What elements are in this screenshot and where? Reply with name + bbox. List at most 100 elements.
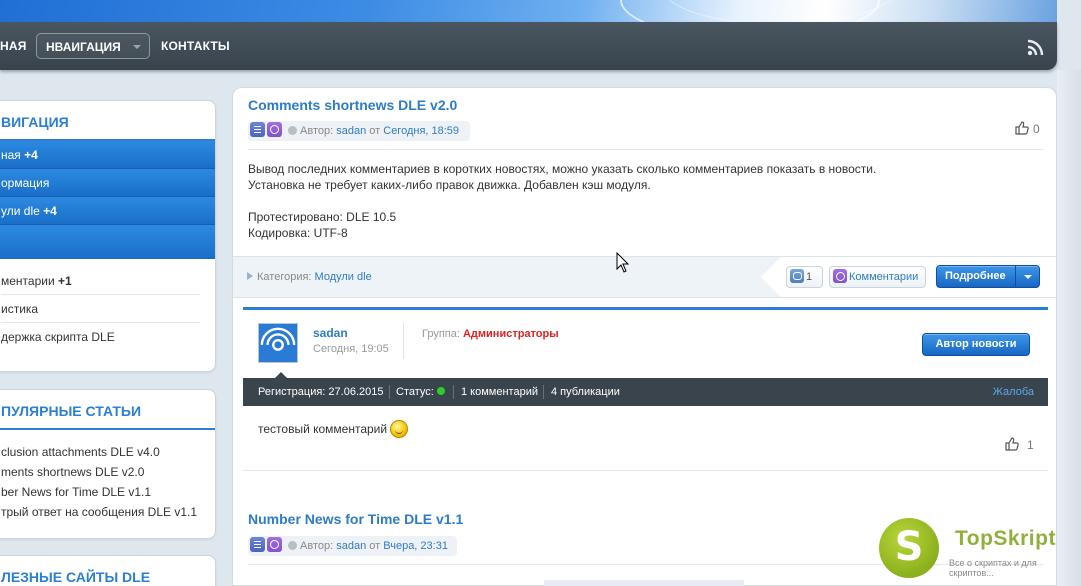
post-text-line: Установка не требует каких-либо правок д… — [248, 178, 651, 192]
user-comments-count[interactable]: 1 комментарий — [461, 378, 538, 406]
divider — [389, 385, 390, 399]
from-label: от — [369, 125, 381, 137]
more-button[interactable]: Подробнее — [936, 265, 1040, 288]
sidebar-item-modules[interactable]: ули dle +4 — [0, 197, 215, 225]
sidebar-item-support[interactable]: держка скрипта DLE — [1, 323, 200, 351]
triangle-right-icon — [247, 272, 253, 280]
sidebar-item-label: держка скрипта DLE — [1, 330, 115, 344]
divider — [403, 323, 404, 359]
sidebar-item-info[interactable]: ормация — [0, 169, 215, 197]
menu-icon[interactable] — [250, 122, 265, 137]
sidebar-item-badge: +4 — [24, 148, 38, 162]
comment-author[interactable]: sadan — [313, 326, 348, 340]
complaint-link[interactable]: Жалоба — [993, 378, 1034, 406]
category-label: Категория: — [257, 271, 312, 283]
rss-icon[interactable] — [1026, 37, 1046, 57]
post-date[interactable]: Вчера, 23:31 — [383, 540, 448, 552]
comment-text: тестовый комментарий — [258, 420, 409, 438]
group-label: Группа: — [422, 328, 460, 340]
sidebar-item-stats[interactable]: истика — [1, 295, 200, 323]
author-label: Автор: — [300, 540, 334, 552]
post-date[interactable]: Сегодня, 18:59 — [383, 125, 459, 137]
sidebar-useful-title: ЛЕЗНЫЕ САЙТЫ DLE — [1, 569, 151, 585]
user-publications-count[interactable]: 4 публикации — [551, 378, 620, 406]
status: Статус: — [396, 378, 445, 406]
nav-home[interactable]: НАЯ — [0, 39, 27, 53]
topskript-logo-icon: S — [879, 518, 939, 578]
post-meta: Автор: sadan от Вчера, 23:31 — [248, 536, 457, 556]
sidebar-item-label: ментарии — [1, 274, 55, 288]
category-link[interactable]: Модули dle — [315, 271, 372, 283]
menu-icon[interactable] — [250, 537, 265, 552]
thumbs-up-icon — [1005, 437, 1019, 451]
like-count: 1 — [1027, 438, 1034, 452]
author-link[interactable]: sadan — [336, 540, 366, 552]
header-banner — [0, 0, 1057, 40]
like-count: 0 — [1033, 122, 1040, 136]
sidebar-item-comments[interactable]: ментарии +1 — [1, 267, 200, 295]
comment-group: Группа: Администраторы — [422, 328, 559, 340]
post-title[interactable]: Comments shortnews DLE v2.0 — [248, 97, 457, 113]
author-news-button[interactable]: Автор новости — [922, 333, 1030, 356]
mouse-cursor-icon — [616, 252, 630, 273]
sidebar-item-label: ули dle — [1, 204, 40, 218]
circle-icon — [833, 269, 847, 283]
author-label: Автор: — [300, 125, 334, 137]
chevron-down-icon — [133, 45, 141, 49]
post-text-line: Кодировка: UTF-8 — [248, 226, 348, 240]
more-button-label: Подробнее — [945, 270, 1006, 282]
thumbs-up-icon — [1015, 121, 1029, 135]
sidebar-plain-list: ментарии +1 истика держка скрипта DLE — [0, 259, 215, 351]
circle-icon[interactable] — [267, 537, 282, 552]
comment-text-content: тестовый комментарий — [258, 422, 388, 436]
avatar[interactable] — [258, 323, 298, 363]
clock-icon — [288, 541, 297, 550]
nav-navigation-label: НВАИГАЦИЯ — [46, 40, 121, 54]
post-title[interactable]: Number News for Time DLE v1.1 — [248, 511, 463, 527]
sidebar-item-label: ная — [1, 148, 21, 162]
comment-divider — [243, 307, 1048, 310]
top-navbar: НАЯ НВАИГАЦИЯ КОНТАКТЫ — [0, 22, 1057, 70]
comment-date: Сегодня, 19:05 — [313, 343, 389, 355]
like-button[interactable]: 0 — [1015, 121, 1040, 136]
divider — [543, 385, 544, 399]
sidebar-blue-spacer — [0, 225, 215, 259]
smile-icon — [390, 420, 409, 438]
topskript-logo-text: TopSkript — [955, 527, 1056, 550]
popular-item[interactable]: ments shortnews DLE v2.0 — [0, 462, 215, 482]
clock-icon — [288, 126, 297, 135]
post-text-line: Протестировано: DLE 10.5 — [248, 210, 397, 224]
post-footer: Категория: Модули dle 1 Комментарии Подр… — [233, 256, 1056, 298]
author-link[interactable]: sadan — [336, 125, 366, 137]
sidebar-item-badge: +4 — [43, 204, 57, 218]
sidebar-useful-block: ЛЕЗНЫЕ САЙТЫ DLE — [0, 555, 216, 586]
sidebar-popular-title: ПУЛЯРНЫЕ СТАТЬИ — [0, 390, 215, 430]
main-content: Comments shortnews DLE v2.0 Автор: sadan… — [232, 87, 1057, 586]
sidebar-popular-block: ПУЛЯРНЫЕ СТАТЬИ clusion attachments DLE … — [0, 389, 216, 539]
comments-button-label: Комментарии — [849, 271, 919, 283]
sidebar-item-label: ормация — [1, 176, 50, 190]
registration-date: Регистрация: 27.06.2015 — [258, 386, 384, 398]
sidebar-item-label: истика — [1, 302, 39, 316]
popular-item[interactable]: clusion attachments DLE v4.0 — [0, 442, 215, 462]
popular-item[interactable]: ber News for Time DLE v1.1 — [0, 482, 215, 502]
sidebar-item-home[interactable]: ная +4 — [0, 141, 215, 169]
divider — [453, 385, 454, 399]
post-meta: Автор: sadan от Сегодня, 18:59 — [248, 121, 470, 141]
post-text-line: Вывод последних комментариев в коротких … — [248, 162, 877, 176]
user-info-bar: Регистрация: 27.06.2015 Статус: 1 коммен… — [243, 372, 1048, 406]
nav-contacts[interactable]: КОНТАКТЫ — [161, 39, 230, 53]
popular-item[interactable]: трый ответ на сообщения DLE v1.1 — [0, 502, 215, 522]
online-status-icon — [436, 387, 445, 395]
post-image-placeholder — [544, 580, 744, 586]
circle-icon[interactable] — [267, 122, 282, 137]
comment-like-button[interactable]: 1 — [1005, 437, 1034, 452]
from-label: от — [369, 540, 381, 552]
sidebar-navigation-title: ВИГАЦИЯ — [0, 101, 215, 141]
nav-navigation-dropdown[interactable]: НВАИГАЦИЯ — [36, 33, 150, 59]
comments-count: 1 — [806, 271, 813, 283]
comments-count-button[interactable]: 1 — [786, 266, 823, 288]
comments-button[interactable]: Комментарии — [829, 266, 926, 288]
divider — [248, 149, 1044, 150]
more-dropdown-toggle[interactable] — [1015, 266, 1039, 287]
